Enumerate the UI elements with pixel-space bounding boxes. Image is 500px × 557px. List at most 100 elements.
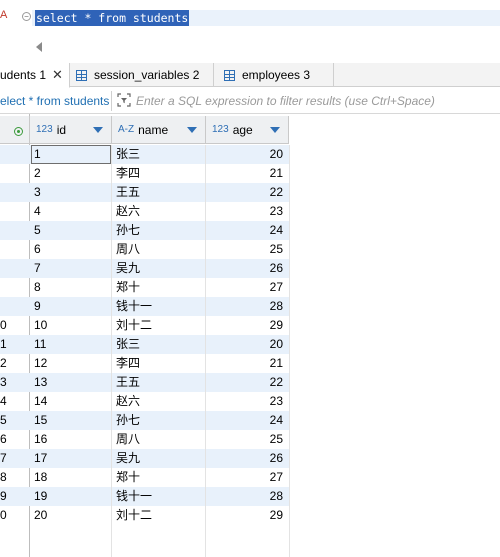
tab-students[interactable]: udents 1 ✕ — [0, 63, 70, 88]
cell-age[interactable]: 20 — [207, 145, 283, 164]
cell-age[interactable]: 23 — [207, 392, 283, 411]
cell-id[interactable]: 19 — [34, 487, 47, 506]
query-label[interactable]: elect * from students — [0, 94, 109, 108]
cell-age[interactable]: 28 — [207, 487, 283, 506]
table-row[interactable]: 4 14 赵六 23 — [0, 392, 290, 411]
cell-id[interactable]: 8 — [34, 278, 41, 297]
cell-id[interactable]: 9 — [34, 297, 41, 316]
fold-icon[interactable]: − — [22, 12, 31, 21]
cell-age[interactable]: 22 — [207, 183, 283, 202]
table-row[interactable]: 8 18 郑十 27 — [0, 468, 290, 487]
sort-arrow-icon[interactable] — [93, 127, 103, 133]
cell-age[interactable]: 28 — [207, 297, 283, 316]
column-header-age[interactable]: 123 age — [206, 116, 289, 144]
table-row[interactable]: 7 17 吴九 26 — [0, 449, 290, 468]
cell-age[interactable]: 21 — [207, 354, 283, 373]
cell-age[interactable]: 24 — [207, 221, 283, 240]
cell-id[interactable]: 11 — [34, 335, 46, 354]
cell-name[interactable]: 吴九 — [116, 449, 140, 468]
cell-name[interactable]: 刘十二 — [116, 506, 152, 525]
table-row[interactable]: 8 郑十 27 — [0, 278, 290, 297]
cell-id[interactable]: 6 — [34, 240, 41, 259]
cell-age[interactable]: 22 — [207, 373, 283, 392]
cell-id[interactable]: 17 — [34, 449, 47, 468]
cell-id[interactable]: 1 — [34, 145, 41, 164]
cell-name[interactable]: 郑十 — [116, 468, 140, 487]
cell-age[interactable]: 27 — [207, 278, 283, 297]
cell-age[interactable]: 24 — [207, 411, 283, 430]
table-row[interactable]: 5 孙七 24 — [0, 221, 290, 240]
table-row[interactable]: 2 李四 21 — [0, 164, 290, 183]
sort-arrow-icon[interactable] — [187, 127, 197, 133]
cell-id[interactable]: 18 — [34, 468, 47, 487]
cell-id[interactable]: 5 — [34, 221, 41, 240]
cell-age[interactable]: 23 — [207, 202, 283, 221]
table-row[interactable]: 6 16 周八 25 — [0, 430, 290, 449]
sql-query-text[interactable]: select * from students — [35, 10, 190, 26]
table-row[interactable]: 1 11 张三 20 — [0, 335, 290, 354]
select-all-header[interactable] — [0, 116, 30, 144]
cell-id[interactable]: 2 — [34, 164, 41, 183]
row-number: 0 — [0, 508, 7, 522]
cell-id[interactable]: 7 — [34, 259, 41, 278]
table-row[interactable]: 2 12 李四 21 — [0, 354, 290, 373]
cell-name[interactable]: 孙七 — [116, 221, 140, 240]
filter-input[interactable] — [136, 92, 496, 110]
table-row[interactable]: 7 吴九 26 — [0, 259, 290, 278]
cell-name[interactable]: 钱十一 — [116, 487, 152, 506]
cell-name[interactable]: 郑十 — [116, 278, 140, 297]
cell-name[interactable]: 李四 — [116, 354, 140, 373]
cell-name[interactable]: 张三 — [116, 145, 140, 164]
cell-age[interactable]: 29 — [207, 506, 283, 525]
cell-name[interactable]: 钱十一 — [116, 297, 152, 316]
select-all-icon[interactable] — [14, 127, 23, 136]
cell-name[interactable]: 张三 — [116, 335, 140, 354]
expand-filter-icon[interactable] — [117, 93, 131, 107]
cell-age[interactable]: 20 — [207, 335, 283, 354]
cell-name[interactable]: 李四 — [116, 164, 140, 183]
close-icon[interactable]: ✕ — [52, 67, 63, 83]
cell-age[interactable]: 26 — [207, 449, 283, 468]
cell-name[interactable]: 周八 — [116, 240, 140, 259]
table-row[interactable]: 4 赵六 23 — [0, 202, 290, 221]
column-header-id[interactable]: 123 id — [30, 116, 112, 144]
sort-arrow-icon[interactable] — [270, 127, 280, 133]
cell-id[interactable]: 4 — [34, 202, 41, 221]
table-row[interactable]: 0 10 刘十二 29 — [0, 316, 290, 335]
cell-name[interactable]: 赵六 — [116, 392, 140, 411]
cell-age[interactable]: 25 — [207, 430, 283, 449]
tab-employees[interactable]: employees 3 — [214, 63, 334, 87]
table-row[interactable]: 6 周八 25 — [0, 240, 290, 259]
cell-name[interactable]: 刘十二 — [116, 316, 152, 335]
tab-session-variables[interactable]: session_variables 2 — [70, 63, 214, 87]
cell-age[interactable]: 29 — [207, 316, 283, 335]
table-row[interactable]: 1 张三 20 — [0, 145, 290, 164]
cell-id[interactable]: 12 — [34, 354, 47, 373]
cell-id[interactable]: 16 — [34, 430, 47, 449]
table-row[interactable]: 9 19 钱十一 28 — [0, 487, 290, 506]
cell-name[interactable]: 王五 — [116, 183, 140, 202]
cell-id[interactable]: 20 — [34, 506, 47, 525]
cell-name[interactable]: 赵六 — [116, 202, 140, 221]
cell-name[interactable]: 周八 — [116, 430, 140, 449]
cell-age[interactable]: 27 — [207, 468, 283, 487]
cell-age[interactable]: 21 — [207, 164, 283, 183]
sql-editor[interactable]: A − select * from students — [0, 0, 500, 60]
cell-id[interactable]: 3 — [34, 183, 41, 202]
cell-id[interactable]: 14 — [34, 392, 47, 411]
column-header-name[interactable]: A-Z name — [112, 116, 206, 144]
table-row[interactable]: 3 13 王五 22 — [0, 373, 290, 392]
table-row[interactable]: 3 王五 22 — [0, 183, 290, 202]
scroll-left-arrow-icon[interactable] — [36, 42, 42, 52]
cell-name[interactable]: 孙七 — [116, 411, 140, 430]
cell-age[interactable]: 26 — [207, 259, 283, 278]
cell-name[interactable]: 吴九 — [116, 259, 140, 278]
table-row[interactable]: 0 20 刘十二 29 — [0, 506, 290, 525]
table-row[interactable]: 9 钱十一 28 — [0, 297, 290, 316]
table-row[interactable]: 5 15 孙七 24 — [0, 411, 290, 430]
cell-id[interactable]: 10 — [34, 316, 47, 335]
cell-id[interactable]: 13 — [34, 373, 47, 392]
cell-age[interactable]: 25 — [207, 240, 283, 259]
cell-name[interactable]: 王五 — [116, 373, 140, 392]
cell-id[interactable]: 15 — [34, 411, 47, 430]
